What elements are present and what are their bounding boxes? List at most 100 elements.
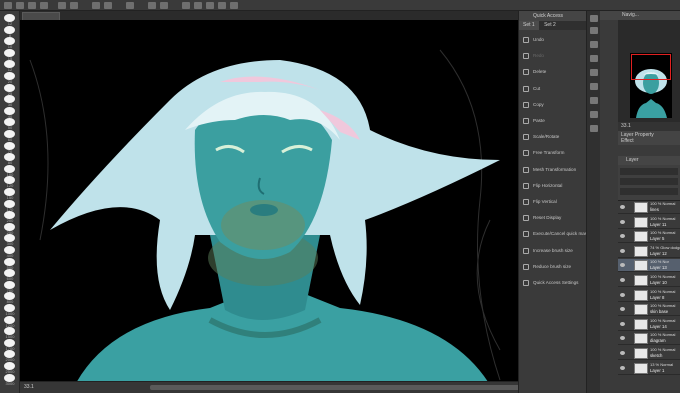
navigator-title: Navig... <box>622 12 639 18</box>
folder-icon[interactable] <box>590 97 598 104</box>
quick-access-item[interactable]: Execute/Cancel quick mask <box>519 228 587 240</box>
fill-icon[interactable] <box>104 2 112 9</box>
quick-access-item[interactable]: Scale/Rotate <box>519 131 587 143</box>
layer-thumbnail <box>634 304 648 316</box>
layer-options-row[interactable] <box>620 188 678 195</box>
quick-access-item[interactable]: Quick Access Settings <box>519 277 587 289</box>
panel-icon-strip <box>586 11 600 393</box>
grid-icon[interactable] <box>218 2 226 9</box>
layer-panel-header: Layer <box>618 156 680 165</box>
quick-access-item-label: Undo <box>533 37 544 42</box>
layer-name: Layer 13 <box>650 265 667 271</box>
line-icon[interactable] <box>230 2 238 9</box>
eye-icon[interactable] <box>620 307 625 312</box>
color-wheel-icon[interactable] <box>590 27 598 34</box>
tab-set-1[interactable]: Set 1 <box>519 21 539 30</box>
eye-icon[interactable] <box>620 321 625 326</box>
undo-icon[interactable] <box>58 2 66 9</box>
brush-size-strip: 12 8 10 15 12 20 25 30 40 50 60 70 80 100 120 150 170 200… <box>0 11 20 393</box>
layer-row[interactable]: 100 % Normal skin base <box>618 303 680 317</box>
navigator-viewport-frame[interactable] <box>631 54 671 80</box>
navigator-zoom[interactable]: 33.1 <box>618 122 680 131</box>
navigator-zoom-value: 33.1 <box>621 123 631 129</box>
quick-access-item-label: Redo <box>533 53 544 59</box>
quick-access-item[interactable]: Free Transform <box>519 147 587 159</box>
opacity-slider[interactable] <box>620 178 678 185</box>
eye-icon[interactable] <box>620 234 625 239</box>
layer-thumbnail <box>634 260 648 272</box>
tab-set-2[interactable]: Set 2 <box>540 21 560 30</box>
layer-row[interactable]: 100 % Normal lines <box>618 201 680 214</box>
layer-row[interactable]: 74 % Glow dodge Layer 12 <box>618 245 680 258</box>
eye-icon[interactable] <box>620 205 625 209</box>
pen-tool-icon[interactable] <box>206 2 214 9</box>
quick-access-item[interactable]: Undo <box>519 34 587 46</box>
command-icon <box>523 118 529 124</box>
eye-icon[interactable] <box>620 248 625 253</box>
layer-row[interactable]: 13 % Normal Layer 1 <box>618 362 680 375</box>
eye-icon[interactable] <box>620 278 625 282</box>
snap-icon[interactable] <box>182 2 190 9</box>
eye-icon[interactable] <box>620 219 625 224</box>
quick-access-item[interactable]: Redo <box>519 50 587 62</box>
layer-row[interactable]: 100 % Normal Layer 14 <box>618 318 680 331</box>
command-icon <box>523 101 529 108</box>
command-icon <box>523 231 529 238</box>
quick-access-item-label: Cut <box>533 85 541 91</box>
layer-panel-title: Layer <box>626 157 639 163</box>
quick-access-item[interactable]: Delete <box>519 66 587 78</box>
folder-icon[interactable] <box>590 55 598 62</box>
clear-icon[interactable] <box>92 2 100 9</box>
command-icon <box>523 37 529 43</box>
new-file-icon[interactable] <box>16 2 24 9</box>
ruler-icon[interactable] <box>194 2 202 9</box>
blend-mode-select[interactable] <box>620 168 678 175</box>
layer-row[interactable]: 100 % Normal sketch <box>618 347 680 360</box>
layer-name: skin base <box>650 309 669 315</box>
document-tab[interactable] <box>22 12 60 20</box>
eye-icon[interactable] <box>620 351 625 355</box>
quick-access-item[interactable]: Flip Horizontal <box>519 180 587 192</box>
redo-icon[interactable] <box>70 2 78 9</box>
quick-access-item[interactable]: Paste <box>519 115 587 127</box>
select-all-icon[interactable] <box>160 2 168 9</box>
layer-row[interactable]: 100 % Normal Layer 8 <box>618 289 680 302</box>
quick-access-item[interactable]: Mesh Transformation <box>519 164 587 176</box>
quick-access-item[interactable]: Flip Vertical <box>519 196 587 208</box>
layer-name: Layer 1 <box>650 367 665 373</box>
eye-icon[interactable] <box>620 336 625 341</box>
deselect-icon[interactable] <box>148 2 156 9</box>
quick-access-tabs: Set 1 Set 2 <box>519 21 586 30</box>
transform-icon[interactable] <box>126 2 134 9</box>
open-file-icon[interactable] <box>28 2 36 9</box>
quick-access-item-label: Reset Display <box>533 215 562 221</box>
command-icon <box>523 134 529 141</box>
layer-row[interactable]: 100 % Nor Layer 13 <box>618 259 680 273</box>
folder-icon[interactable] <box>590 69 598 76</box>
quick-access-item-label: Flip Horizontal <box>533 182 563 188</box>
quick-access-item[interactable]: Increase brush size <box>519 245 587 257</box>
status-zoom: 33.1 <box>24 384 34 390</box>
navigator-view[interactable] <box>618 20 680 122</box>
eye-icon[interactable] <box>620 365 625 370</box>
quick-access-item[interactable]: Cut <box>519 83 587 95</box>
horizontal-scrollbar[interactable] <box>150 385 520 390</box>
layer-row[interactable]: 100 % Normal Layer 11 <box>618 216 680 229</box>
drawing-canvas[interactable] <box>20 20 518 385</box>
panel-collapse-icon[interactable] <box>590 15 598 22</box>
folder-icon[interactable] <box>590 83 598 90</box>
folder-icon[interactable] <box>590 41 598 48</box>
quick-access-item[interactable]: Reset Display <box>519 212 587 224</box>
eye-icon[interactable] <box>620 263 625 268</box>
menu-icon[interactable] <box>4 2 12 9</box>
quick-access-item[interactable]: Copy <box>519 99 587 111</box>
folder-icon[interactable] <box>590 125 598 132</box>
layer-row[interactable]: 100 % Normal Layer 10 <box>618 274 680 287</box>
layer-row[interactable]: 100 % Normal diagram <box>618 332 680 346</box>
folder-icon[interactable] <box>590 111 598 118</box>
right-panels: Navig... 33.1 Layer Property Effect Laye… <box>600 11 680 393</box>
save-icon[interactable] <box>40 2 48 9</box>
layer-row[interactable]: 100 % Normal Layer 5 <box>618 230 680 244</box>
eye-icon[interactable] <box>620 292 625 297</box>
quick-access-item[interactable]: Reduce brush size <box>519 261 587 273</box>
